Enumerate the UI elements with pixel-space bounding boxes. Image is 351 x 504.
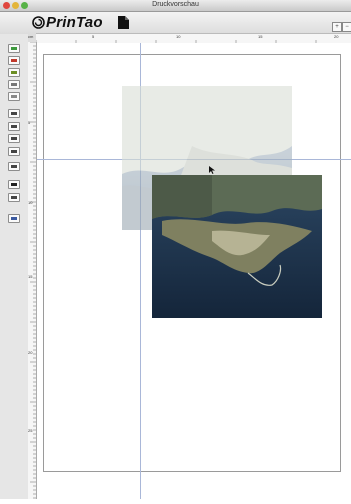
text-insert-button[interactable] <box>8 180 20 189</box>
align-horizontal-button[interactable] <box>8 122 20 131</box>
text-tool-button[interactable] <box>8 44 20 53</box>
crop-tool-button[interactable] <box>8 68 20 77</box>
ruler-label: 5 <box>92 34 95 39</box>
document-icon[interactable] <box>118 16 129 29</box>
grid-button[interactable] <box>8 193 20 202</box>
zoom-in-button[interactable]: + <box>332 22 342 32</box>
vertical-ruler[interactable]: 5 10 15 20 25 <box>28 41 37 499</box>
zoom-tool-icon <box>11 217 17 220</box>
fit-page-icon <box>11 150 17 153</box>
text-insert-icon <box>11 183 17 186</box>
grid-icon <box>11 196 17 199</box>
frame-tool-icon <box>11 165 17 168</box>
ruler-label: 10 <box>176 34 181 39</box>
frame-tool-button[interactable] <box>8 162 20 171</box>
ruler-label: 20 <box>334 34 339 39</box>
logo-swirl-icon <box>32 16 45 29</box>
zoom-out-button[interactable]: − <box>342 22 351 32</box>
ruler-label: 15 <box>258 34 263 39</box>
ruler-label: 10 <box>28 200 33 205</box>
align-horizontal-icon <box>11 125 17 128</box>
app-logo: PrinTao <box>46 14 103 31</box>
layers-button[interactable] <box>8 80 20 89</box>
ruler-label: 15 <box>28 274 33 279</box>
image-tool-button[interactable] <box>8 56 20 65</box>
cursor-arrow-icon <box>209 166 215 174</box>
window-titlebar: Druckvorschau <box>0 0 351 12</box>
align-vertical-icon <box>11 112 17 115</box>
fit-page-button[interactable] <box>8 147 20 156</box>
ruler-unit: cm <box>28 34 34 39</box>
layers-icon <box>11 83 17 86</box>
window-title: Druckvorschau <box>152 1 199 8</box>
ruler-label: 25 <box>28 428 33 433</box>
center-button[interactable] <box>8 134 20 143</box>
crop-tool-icon <box>11 71 17 74</box>
photo-image[interactable] <box>152 175 322 318</box>
align-vertical-button[interactable] <box>8 109 20 118</box>
line-tool-button[interactable] <box>8 92 20 101</box>
image-tool-icon <box>11 59 17 62</box>
ruler-label: 20 <box>28 350 33 355</box>
center-icon <box>11 137 17 140</box>
line-tool-icon <box>11 95 17 98</box>
zoom-tool-button[interactable] <box>8 214 20 223</box>
ruler-label: 5 <box>28 120 31 125</box>
text-tool-icon <box>11 47 17 50</box>
tool-palette <box>0 34 29 499</box>
